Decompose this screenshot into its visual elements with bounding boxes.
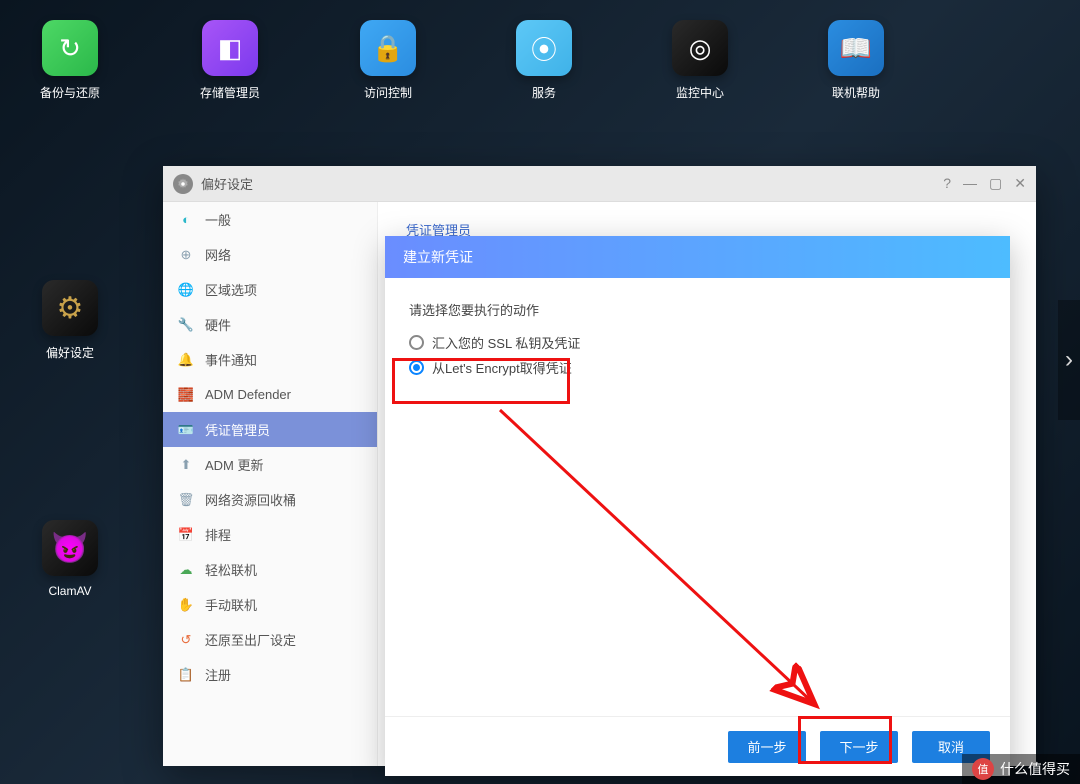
app-icon: ↻ — [42, 20, 98, 76]
sidebar-item-11[interactable]: ✋ 手动联机 — [163, 587, 377, 622]
watermark-text: 什么值得买 — [1000, 759, 1070, 779]
sidebar-item-label: 轻松联机 — [205, 560, 257, 579]
sidebar-item-label: 注册 — [205, 665, 231, 684]
app-label: ClamAV — [48, 584, 91, 598]
sidebar-icon: 🌐 — [177, 281, 195, 299]
desktop-icon-0[interactable]: ↻ 备份与还原 — [40, 20, 100, 101]
radio-icon — [409, 335, 424, 350]
radio-label: 从Let's Encrypt取得凭证 — [432, 358, 572, 377]
window-titlebar: 偏好设定 ? — ▢ ✕ — [163, 166, 1036, 202]
sidebar-item-5[interactable]: 🧱 ADM Defender — [163, 377, 377, 412]
app-label: 偏好设定 — [46, 344, 94, 361]
sidebar-item-label: 网络 — [205, 245, 231, 264]
preferences-sidebar: ◐ 一般⊕ 网络🌐 区域选项🔧 硬件🔔 事件通知🧱 ADM Defender🪪 … — [163, 202, 378, 766]
radio-label: 汇入您的 SSL 私钥及凭证 — [432, 333, 580, 352]
radio-lets-encrypt[interactable]: 从Let's Encrypt取得凭证 — [409, 358, 986, 377]
app-label: 联机帮助 — [832, 84, 880, 101]
sidebar-item-label: 硬件 — [205, 315, 231, 334]
prev-button[interactable]: 前一步 — [728, 731, 806, 763]
app-icon: 🔒 — [360, 20, 416, 76]
app-icon: 📖 — [828, 20, 884, 76]
desktop-icon-col-1[interactable]: 😈 ClamAV — [42, 520, 98, 598]
app-icon: ◎ — [672, 20, 728, 76]
app-label: 服务 — [532, 84, 556, 101]
sidebar-item-label: ADM 更新 — [205, 455, 264, 474]
sidebar-item-2[interactable]: 🌐 区域选项 — [163, 272, 377, 307]
pager-right-button[interactable]: › — [1058, 300, 1080, 420]
sidebar-item-1[interactable]: ⊕ 网络 — [163, 237, 377, 272]
sidebar-item-label: 手动联机 — [205, 595, 257, 614]
sidebar-item-label: 凭证管理员 — [205, 420, 270, 439]
dialog-prompt: 请选择您要执行的动作 — [409, 300, 986, 319]
sidebar-icon: 🔧 — [177, 316, 195, 334]
app-icon: 😈 — [42, 520, 98, 576]
sidebar-item-7[interactable]: ⬆ ADM 更新 — [163, 447, 377, 482]
app-icon: ◧ — [202, 20, 258, 76]
window-maximize-button[interactable]: ▢ — [989, 175, 1002, 192]
radio-import-ssl[interactable]: 汇入您的 SSL 私钥及凭证 — [409, 333, 986, 352]
sidebar-item-13[interactable]: 📋 注册 — [163, 657, 377, 692]
app-icon: ⚙ — [42, 280, 98, 336]
sidebar-item-label: 网络资源回收桶 — [205, 490, 296, 509]
sidebar-item-label: 排程 — [205, 525, 231, 544]
sidebar-item-6[interactable]: 🪪 凭证管理员 — [163, 412, 377, 447]
dialog-title: 建立新凭证 — [385, 236, 1010, 278]
sidebar-icon: 🗑 — [177, 491, 195, 509]
sidebar-item-4[interactable]: 🔔 事件通知 — [163, 342, 377, 377]
sidebar-icon: 🔔 — [177, 351, 195, 369]
sidebar-item-label: 事件通知 — [205, 350, 257, 369]
sidebar-icon: ↺ — [177, 631, 195, 649]
sidebar-item-0[interactable]: ◐ 一般 — [163, 202, 377, 237]
sidebar-icon: 📋 — [177, 666, 195, 684]
sidebar-item-10[interactable]: ☁ 轻松联机 — [163, 552, 377, 587]
window-help-button[interactable]: ? — [943, 175, 951, 192]
app-icon: ⦿ — [516, 20, 572, 76]
sidebar-item-label: 区域选项 — [205, 280, 257, 299]
sidebar-icon: ✋ — [177, 596, 195, 614]
window-title: 偏好设定 — [201, 174, 943, 193]
sidebar-icon: 📅 — [177, 526, 195, 544]
app-label: 访问控制 — [364, 84, 412, 101]
desktop-icon-3[interactable]: ⦿ 服务 — [516, 20, 572, 101]
sidebar-icon: ⬆ — [177, 456, 195, 474]
sidebar-icon: ◐ — [177, 211, 195, 229]
desktop-icon-4[interactable]: ◎ 监控中心 — [672, 20, 728, 101]
create-certificate-dialog: 建立新凭证 请选择您要执行的动作 汇入您的 SSL 私钥及凭证 从Let's E… — [385, 236, 1010, 776]
watermark: 值 什么值得买 — [962, 754, 1080, 784]
window-minimize-button[interactable]: — — [963, 175, 977, 192]
window-close-button[interactable]: ✕ — [1014, 175, 1026, 192]
sidebar-item-12[interactable]: ↺ 还原至出厂设定 — [163, 622, 377, 657]
desktop-icon-2[interactable]: 🔒 访问控制 — [360, 20, 416, 101]
desktop: ↻ 备份与还原 ◧ 存储管理员 🔒 访问控制 ⦿ 服务 ◎ 监控中心 📖 联机帮助 — [0, 0, 1080, 121]
sidebar-item-label: 还原至出厂设定 — [205, 630, 296, 649]
sidebar-item-3[interactable]: 🔧 硬件 — [163, 307, 377, 342]
sidebar-item-label: 一般 — [205, 210, 231, 229]
app-label: 监控中心 — [676, 84, 724, 101]
desktop-icon-5[interactable]: 📖 联机帮助 — [828, 20, 884, 101]
next-button[interactable]: 下一步 — [820, 731, 898, 763]
sidebar-icon: 🪪 — [177, 421, 195, 439]
desktop-icon-col-0[interactable]: ⚙ 偏好设定 — [42, 280, 98, 361]
watermark-badge: 值 — [972, 758, 994, 780]
sidebar-icon: ⊕ — [177, 246, 195, 264]
sidebar-item-9[interactable]: 📅 排程 — [163, 517, 377, 552]
gear-icon — [173, 174, 193, 194]
sidebar-icon: ☁ — [177, 561, 195, 579]
sidebar-icon: 🧱 — [177, 386, 195, 404]
app-label: 存储管理员 — [200, 84, 260, 101]
sidebar-item-8[interactable]: 🗑 网络资源回收桶 — [163, 482, 377, 517]
sidebar-item-label: ADM Defender — [205, 387, 291, 402]
app-label: 备份与还原 — [40, 84, 100, 101]
radio-icon — [409, 360, 424, 375]
desktop-icon-1[interactable]: ◧ 存储管理员 — [200, 20, 260, 101]
